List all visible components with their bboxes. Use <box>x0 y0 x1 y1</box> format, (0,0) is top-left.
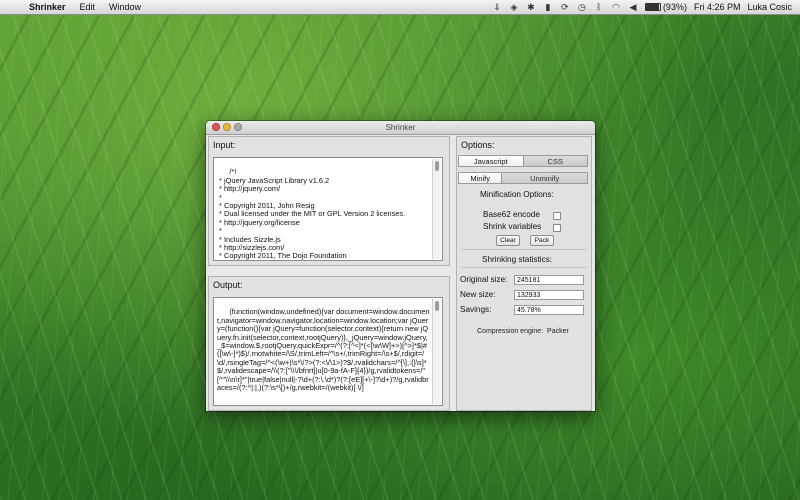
menu-app-name[interactable]: Shrinker <box>22 2 73 12</box>
activity-icon[interactable]: ▮ <box>543 2 553 12</box>
bluetooth-icon[interactable]: ᛒ <box>594 2 604 12</box>
shrink-variables-label: Shrink variables <box>483 222 542 231</box>
statistics-divider <box>461 267 587 268</box>
battery-percent: (93%) <box>662 2 687 12</box>
minimize-button[interactable] <box>223 123 231 131</box>
tab-minify[interactable]: Minify <box>458 172 503 184</box>
original-size-label: Original size: <box>460 275 508 284</box>
volume-icon[interactable]: ◀ <box>628 2 638 12</box>
options-divider <box>461 249 587 250</box>
base62-checkbox[interactable] <box>553 212 561 220</box>
output-label: Output: <box>213 280 243 290</box>
wifi-icon[interactable]: ◠ <box>611 2 621 12</box>
shrink-variables-checkbox[interactable] <box>553 224 561 232</box>
output-text: (function(window,undefined){var document… <box>217 307 430 393</box>
title-bar[interactable]: Shrinker <box>206 121 595 135</box>
download-icon[interactable]: ⇓ <box>492 2 502 12</box>
output-scroll-thumb[interactable] <box>435 301 439 311</box>
compression-engine-text: Compression engine: Packer <box>477 328 569 335</box>
window-title: Shrinker <box>385 123 416 132</box>
original-size-field[interactable]: 245181 <box>514 275 584 285</box>
battery-indicator[interactable]: (93%) <box>644 2 687 12</box>
close-button[interactable] <box>212 123 220 131</box>
dropbox-icon[interactable]: ◈ <box>509 2 519 12</box>
new-size-label: New size: <box>460 290 496 299</box>
menu-clock[interactable]: Fri 4:26 PM <box>694 2 741 12</box>
input-panel: Input: /*! * jQuery JavaScript Library v… <box>208 136 450 266</box>
minification-options-title: Minification Options: <box>480 190 554 199</box>
output-panel: Output: (function(window,undefined){var … <box>208 276 450 411</box>
menu-extras: ⇓ ◈ ✱ ▮ ⟳ ◷ ᛒ ◠ ◀ (93%) Fri 4:26 PM Luka… <box>492 2 800 12</box>
language-tabs: Javascript CSS <box>458 155 588 167</box>
menu-window[interactable]: Window <box>102 2 148 12</box>
options-label: Options: <box>461 140 495 150</box>
battery-icon <box>644 3 661 11</box>
savings-field[interactable]: 45.78% <box>514 305 584 315</box>
options-panel: Options: Javascript CSS Minify Unminify … <box>456 136 592 411</box>
shrinking-statistics-title: Shrinking statistics: <box>482 255 553 264</box>
clear-button[interactable]: Clear <box>496 235 520 246</box>
input-scroll-thumb[interactable] <box>435 161 439 171</box>
input-text: /*! * jQuery JavaScript Library v1.6.2 *… <box>219 167 406 261</box>
savings-label: Savings: <box>460 305 492 314</box>
output-scrollbar[interactable] <box>432 299 441 404</box>
menu-user[interactable]: Luka Cosic <box>747 2 792 12</box>
base62-label: Base62 encode <box>483 210 540 219</box>
time-machine-icon[interactable]: ◷ <box>577 2 587 12</box>
shrinker-window: Shrinker Input: /*! * jQuery JavaScript … <box>206 121 595 411</box>
output-textarea[interactable]: (function(window,undefined){var document… <box>213 297 443 406</box>
sync-icon[interactable]: ⟳ <box>560 2 570 12</box>
input-label: Input: <box>213 140 236 150</box>
input-textarea[interactable]: /*! * jQuery JavaScript Library v1.6.2 *… <box>213 157 443 261</box>
pack-button[interactable]: Pack <box>530 235 554 246</box>
new-size-field[interactable]: 132933 <box>514 290 584 300</box>
menu-edit[interactable]: Edit <box>73 2 103 12</box>
adium-icon[interactable]: ✱ <box>526 2 536 12</box>
menu-bar: Shrinker Edit Window ⇓ ◈ ✱ ▮ ⟳ ◷ ᛒ ◠ ◀ (… <box>0 0 800 15</box>
input-scrollbar[interactable] <box>432 159 441 259</box>
tab-css[interactable]: CSS <box>523 155 588 167</box>
zoom-button[interactable] <box>234 123 242 131</box>
tab-javascript[interactable]: Javascript <box>458 155 524 167</box>
mode-tabs: Minify Unminify <box>458 172 588 184</box>
tab-unminify[interactable]: Unminify <box>502 172 588 184</box>
